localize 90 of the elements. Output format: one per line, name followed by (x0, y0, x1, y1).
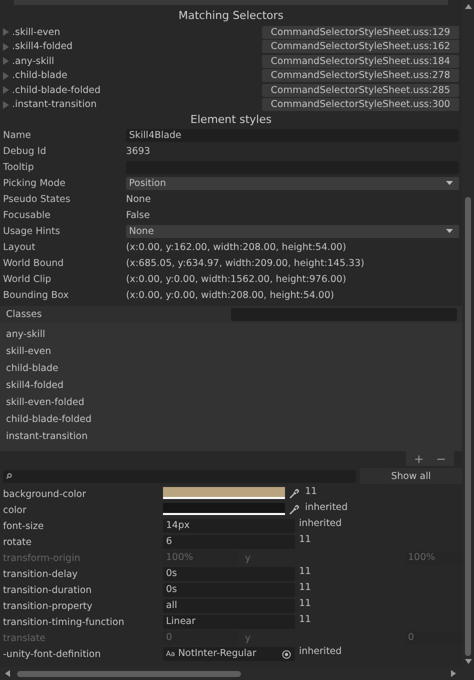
style-property-label: font-size (2, 520, 45, 532)
property-label: Debug Id (2, 146, 48, 156)
style-property-label: background-color (2, 488, 88, 500)
value-field[interactable]: 0s (163, 567, 295, 581)
value-field[interactable]: 14px (163, 519, 295, 533)
specificity-note: 11 (299, 582, 312, 593)
classes-header: Classes (5, 309, 43, 320)
property-label: Pseudo States (2, 194, 72, 204)
scroll-down-icon[interactable] (464, 659, 472, 664)
selector-name: .skill4-folded (12, 41, 74, 52)
property-value: False (126, 210, 150, 220)
style-property-label: color (2, 504, 28, 516)
property-value: None (126, 194, 151, 204)
dropdown[interactable]: Position (126, 176, 459, 190)
property-value: (x:0.00, y:0.00, width:208.00, height:54.00) (126, 290, 334, 300)
style-property-label: rotate (2, 536, 33, 548)
text-field[interactable]: Skill4Blade (126, 128, 459, 142)
style-property-label: transform-origin (2, 552, 82, 564)
style-property-label: transition-property (2, 600, 94, 612)
property-label: Bounding Box (2, 290, 70, 300)
style-property-label: transition-timing-function (2, 616, 126, 628)
source-link-button[interactable]: CommandSelectorStyleSheet.uss:278 (262, 69, 459, 82)
scroll-up-icon[interactable] (464, 4, 472, 9)
source-link-button[interactable]: CommandSelectorStyleSheet.uss:300 (262, 98, 459, 112)
list-button[interactable]: − (432, 451, 450, 466)
scroll-left-icon[interactable] (5, 670, 10, 677)
selector-name: .any-skill (12, 56, 56, 67)
selector-name: .child-blade (12, 70, 68, 82)
specificity-note: inherited (305, 502, 348, 513)
specificity-note: 11 (299, 614, 312, 625)
specificity-note: 11 (305, 486, 318, 497)
source-link-button[interactable]: CommandSelectorStyleSheet.uss:184 (262, 54, 459, 68)
property-label: Picking Mode (2, 178, 66, 188)
scroll-thumb[interactable] (17, 670, 241, 676)
class-item[interactable]: skill-even (0, 343, 462, 360)
class-item[interactable]: any-skill (0, 326, 462, 343)
style-property-label: translate (2, 632, 46, 644)
property-label: Usage Hints (2, 226, 62, 236)
color-swatch[interactable] (163, 503, 285, 513)
specificity-note: 11 (299, 534, 312, 545)
eyedropper-icon[interactable] (289, 505, 299, 515)
dropdown-arrow-icon (446, 181, 453, 185)
class-item[interactable]: skill4-folded (0, 377, 462, 394)
selector-name: .skill-even (12, 26, 62, 38)
specificity-note: inherited (299, 646, 342, 657)
value-field[interactable]: 6 (163, 535, 295, 549)
property-value: (x:0.00, y:162.00, width:208.00, height:54.00) (126, 242, 346, 252)
eyedropper-icon[interactable] (289, 489, 299, 499)
search-icon (6, 473, 12, 479)
property-label: Name (2, 130, 32, 140)
specificity-note: 11 (299, 598, 312, 609)
scroll-right-icon[interactable] (451, 670, 456, 677)
property-label: Tooltip (2, 162, 35, 172)
value-field[interactable]: all (163, 599, 295, 613)
selector-name: .child-blade-folded (12, 84, 102, 96)
search-field[interactable] (3, 470, 356, 482)
section-title: Element styles (190, 113, 272, 126)
target-icon[interactable] (282, 650, 291, 658)
specificity-note: inherited (299, 518, 342, 529)
class-item[interactable]: child-blade-folded (0, 411, 462, 428)
style-property-label: -unity-font-definition (2, 648, 102, 660)
property-label: Focusable (2, 210, 52, 220)
dropdown-arrow-icon (446, 229, 453, 233)
property-label: World Clip (2, 274, 52, 284)
style-property-label: transition-delay (2, 568, 79, 580)
show-all-button[interactable]: Show all (360, 468, 462, 484)
source-link-button[interactable]: CommandSelectorStyleSheet.uss:285 (262, 84, 459, 97)
color-swatch[interactable] (163, 487, 285, 497)
property-label: World Bound (2, 258, 65, 268)
specificity-note: 11 (299, 566, 312, 577)
style-property-label: transition-duration (2, 584, 93, 596)
section-title: Matching Selectors (178, 8, 284, 22)
property-value: 3693 (126, 146, 150, 156)
class-item[interactable]: instant-transition (0, 428, 462, 445)
scroll-thumb[interactable] (465, 197, 471, 656)
property-label: Layout (2, 242, 36, 252)
axis-label: y (244, 552, 252, 564)
class-item[interactable]: skill-even-folded (0, 394, 462, 411)
value-field[interactable]: Linear (163, 615, 295, 629)
property-value: (x:685.05, y:634.97, width:209.00, height:145.33) (126, 258, 364, 268)
property-value: (x:0.00, y:0.00, width:1562.00, height:976.00) (126, 274, 346, 284)
axis-label: y (244, 632, 252, 644)
selector-name: .instant-transition (12, 99, 98, 110)
dropdown[interactable]: None (126, 224, 459, 238)
source-link-button[interactable]: CommandSelectorStyleSheet.uss:129 (262, 26, 459, 39)
list-button[interactable]: + (410, 451, 428, 466)
source-link-button[interactable]: CommandSelectorStyleSheet.uss:162 (262, 40, 459, 54)
class-item[interactable]: child-blade (0, 360, 462, 377)
value-field[interactable]: 0s (163, 583, 295, 597)
font-name: NotInter-Regular (178, 647, 258, 661)
